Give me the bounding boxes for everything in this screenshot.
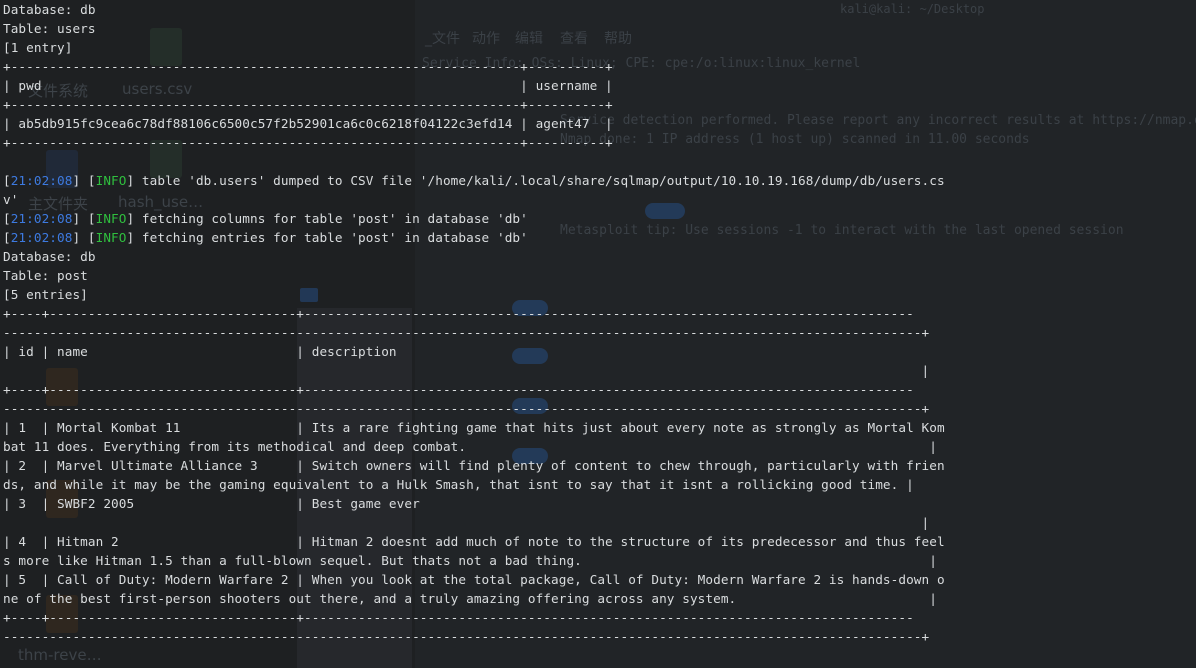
terminal-line: ds, and while it may be the gaming equiv… (3, 475, 914, 494)
terminal-line: Table: users (3, 19, 96, 38)
terminal-text: ] [ (72, 211, 96, 226)
timestamp: 21:02:08 (10, 211, 73, 226)
log-level: INFO (95, 230, 127, 245)
terminal-text: ] table 'db.users' dumped to CSV file '/… (126, 173, 945, 188)
terminal-text: s more like Hitman 1.5 than a full-blown… (3, 553, 937, 568)
terminal-text: v' (3, 192, 19, 207)
terminal-text: | (3, 515, 930, 530)
terminal-line: +---------------------------------------… (3, 133, 613, 152)
terminal-line: [21:02:08] [INFO] fetching columns for t… (3, 209, 528, 228)
terminal-line: +---------------------------------------… (3, 57, 613, 76)
terminal-line: | 4 | Hitman 2 | Hitman 2 doesnt add muc… (3, 532, 945, 551)
timestamp: 21:02:08 (10, 230, 73, 245)
terminal-text: | id | name | description (3, 344, 397, 359)
terminal-line: Database: db (3, 247, 96, 266)
terminal-text: | 3 | SWBF2 2005 | Best game ever (3, 496, 420, 511)
log-level: INFO (95, 211, 127, 226)
terminal-text: +---------------------------------------… (3, 135, 613, 150)
terminal-line: +----+--------------------------------+-… (3, 608, 914, 627)
terminal-line: +----+--------------------------------+-… (3, 380, 914, 399)
terminal-text: +---------------------------------------… (3, 97, 613, 112)
terminal-text: | ab5db915fc9cea6c78df88106c6500c57f2b52… (3, 116, 613, 131)
terminal-line: Database: db (3, 0, 96, 19)
terminal-text: [1 entry] (3, 40, 73, 55)
terminal-line: ----------------------------------------… (3, 323, 929, 342)
terminal-text: ne of the best first-person shooters out… (3, 591, 937, 606)
terminal-text: [ (3, 173, 11, 188)
terminal-text: +----+--------------------------------+-… (3, 610, 914, 625)
terminal-text: ----------------------------------------… (3, 629, 930, 644)
terminal-line: | 2 | Marvel Ultimate Alliance 3 | Switc… (3, 456, 945, 475)
terminal-line: | 1 | Mortal Kombat 11 | Its a rare figh… (3, 418, 945, 437)
terminal-text: | 2 | Marvel Ultimate Alliance 3 | Switc… (3, 458, 945, 473)
terminal-text: | pwd | username | (3, 78, 613, 93)
terminal-text: ] fetching columns for table 'post' in d… (126, 211, 528, 226)
terminal-line: [21:02:08] [INFO] table 'db.users' dumpe… (3, 171, 945, 190)
terminal-text: +---------------------------------------… (3, 59, 613, 74)
terminal-text: Table: users (3, 21, 96, 36)
terminal-text: Table: post (3, 268, 88, 283)
terminal-line: | 3 | SWBF2 2005 | Best game ever (3, 494, 420, 513)
terminal-line: | ab5db915fc9cea6c78df88106c6500c57f2b52… (3, 114, 613, 133)
terminal-text: | 1 | Mortal Kombat 11 | Its a rare figh… (3, 420, 945, 435)
terminal-line: | 5 | Call of Duty: Modern Warfare 2 | W… (3, 570, 945, 589)
terminal-text: [ (3, 211, 11, 226)
terminal-text: ----------------------------------------… (3, 325, 930, 340)
screen: 文件系统 users.csv 主文件夹 hash_use… thm-reve… … (0, 0, 1196, 668)
terminal-text: ] [ (72, 230, 96, 245)
terminal-line: | (3, 361, 930, 380)
terminal-line: v' (3, 190, 18, 209)
terminal-line: [21:02:08] [INFO] fetching entries for t… (3, 228, 528, 247)
terminal-text: | 4 | Hitman 2 | Hitman 2 doesnt add muc… (3, 534, 945, 549)
terminal-text: +----+--------------------------------+-… (3, 382, 914, 397)
terminal-text: ] fetching entries for table 'post' in d… (126, 230, 528, 245)
terminal-line: ----------------------------------------… (3, 627, 929, 646)
terminal-line: | pwd | username | (3, 76, 613, 95)
terminal-line: +----+--------------------------------+-… (3, 304, 914, 323)
terminal-line: s more like Hitman 1.5 than a full-blown… (3, 551, 937, 570)
terminal-line: | (3, 513, 930, 532)
terminal-line: [5 entries] (3, 285, 88, 304)
terminal-text: Database: db (3, 249, 96, 264)
terminal-output[interactable]: Database: db Table: users [1 entry] +------… (0, 0, 1196, 668)
terminal-line: bat 11 does. Everything from its methodi… (3, 437, 937, 456)
terminal-text: ] [ (72, 173, 96, 188)
terminal-text: | (3, 363, 930, 378)
terminal-line: ----------------------------------------… (3, 399, 929, 418)
terminal-line: [1 entry] (3, 38, 72, 57)
terminal-text: Database: db (3, 2, 96, 17)
terminal-line: | id | name | description (3, 342, 397, 361)
terminal-line: +---------------------------------------… (3, 95, 613, 114)
terminal-text: ----------------------------------------… (3, 401, 930, 416)
terminal-text: [ (3, 230, 11, 245)
terminal-text: [5 entries] (3, 287, 88, 302)
terminal-line: ne of the best first-person shooters out… (3, 589, 937, 608)
terminal-text: +----+--------------------------------+-… (3, 306, 914, 321)
terminal-text: ds, and while it may be the gaming equiv… (3, 477, 914, 492)
terminal-text: bat 11 does. Everything from its methodi… (3, 439, 937, 454)
log-level: INFO (95, 173, 127, 188)
terminal-line: Table: post (3, 266, 88, 285)
timestamp: 21:02:08 (10, 173, 73, 188)
terminal-text: | 5 | Call of Duty: Modern Warfare 2 | W… (3, 572, 945, 587)
